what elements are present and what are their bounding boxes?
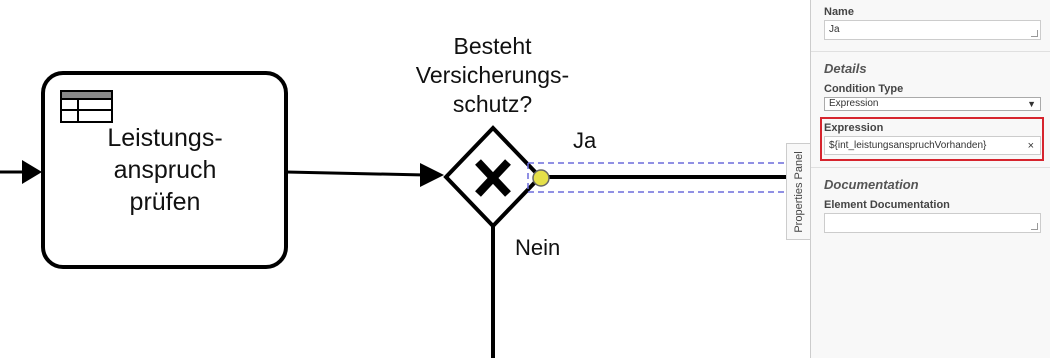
flow-yes-label: Ja <box>573 128 597 153</box>
condition-type-label: Condition Type <box>824 83 904 95</box>
flow-no-label: Nein <box>515 235 561 260</box>
name-label: Name <box>824 6 854 18</box>
resize-grip-icon[interactable] <box>1031 30 1038 37</box>
details-title: Details <box>824 61 867 76</box>
incoming-flow[interactable] <box>0 160 42 184</box>
properties-panel-toggle[interactable]: Properties Panel <box>786 143 810 240</box>
properties-panel-toggle-label: Properties Panel <box>792 150 805 233</box>
element-documentation-field[interactable] <box>824 213 1041 233</box>
task-label: Leistungs- anspruch prüfen <box>107 124 223 216</box>
flow-task-to-gateway[interactable] <box>285 163 444 187</box>
table-icon <box>60 90 113 123</box>
diagram-canvas[interactable]: Leistungs- anspruch prüfen Besteht Versi… <box>0 0 810 358</box>
chevron-down-icon: ▼ <box>1027 99 1036 109</box>
resize-grip-icon[interactable] <box>1031 223 1038 230</box>
expression-input[interactable]: ${int_leistungsanspruchVorhanden} × <box>824 136 1041 155</box>
documentation-title: Documentation <box>824 177 919 192</box>
name-field[interactable]: Ja <box>824 20 1041 40</box>
waypoint-handle[interactable] <box>532 169 550 187</box>
gateway-label: Besteht Versicherungs- schutz? <box>415 33 570 117</box>
expression-label: Expression <box>824 122 884 134</box>
condition-type-value: Expression <box>829 98 879 109</box>
name-value: Ja <box>829 24 840 35</box>
expression-value: ${int_leistungsanspruchVorhanden} <box>829 140 987 151</box>
element-documentation-label: Element Documentation <box>824 199 950 211</box>
condition-type-select[interactable]: Expression ▼ <box>824 97 1041 111</box>
flow-yes[interactable] <box>527 162 790 193</box>
divider <box>811 51 1050 52</box>
properties-panel: Name Ja Details Condition Type Expressio… <box>810 0 1050 358</box>
divider <box>811 167 1050 168</box>
clear-icon[interactable]: × <box>1028 140 1034 152</box>
